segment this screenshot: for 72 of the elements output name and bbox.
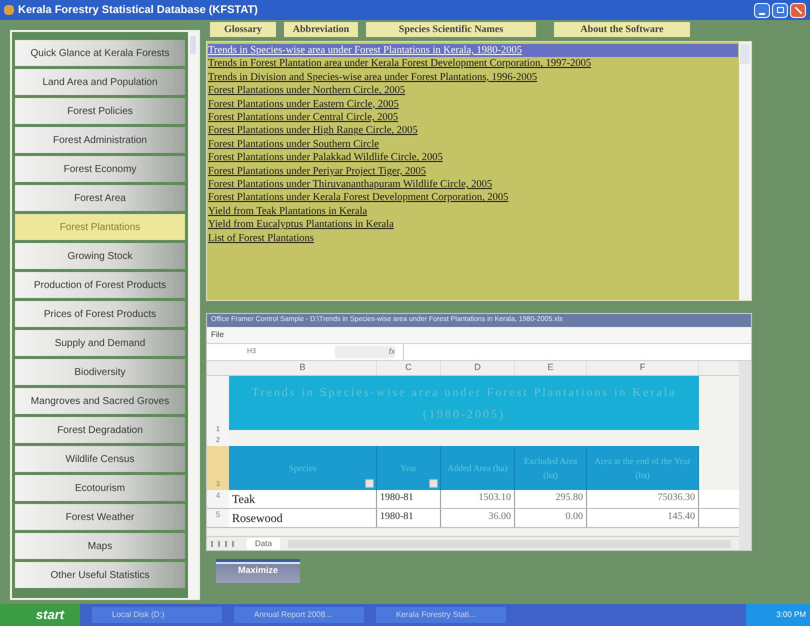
report-link[interactable]: Forest Plantations under Periyar Project Tiger, 2005 xyxy=(208,164,426,178)
minimize-button[interactable] xyxy=(754,2,770,18)
sheet-tab[interactable]: Data xyxy=(247,538,280,550)
heading-text: Species xyxy=(288,462,316,475)
table-cell: 36.00 xyxy=(441,509,515,527)
table-cell: 1980-81 xyxy=(377,490,441,508)
column-header[interactable]: D xyxy=(441,361,515,375)
formula-icon: fx xyxy=(335,346,395,358)
window-title: Kerala Forestry Statistical Database (KFSTAT) xyxy=(18,2,258,18)
report-link[interactable]: Forest Plantations under Southern Circle xyxy=(208,138,379,152)
toolbar-button[interactable]: Glossary xyxy=(210,22,276,37)
table-cell: 75036.30 xyxy=(587,490,699,508)
toolbar-button[interactable]: Species Scientific Names xyxy=(366,22,536,37)
sidebar-item[interactable]: Wildlife Census xyxy=(15,446,185,472)
report-link[interactable]: Trends in Species-wise area under Forest Plantations in Kerala, 1980-2005 xyxy=(208,44,738,58)
sidebar-item[interactable]: Forest Administration xyxy=(15,127,185,153)
report-link[interactable]: Yield from Teak Plantations in Kerala xyxy=(208,204,368,218)
scrollbar[interactable] xyxy=(739,42,751,300)
report-link[interactable]: Forest Plantations under Northern Circle, 2005 xyxy=(208,84,406,98)
toolbar-button[interactable]: About the Software xyxy=(554,22,690,37)
table-cell: 1503.10 xyxy=(441,490,515,508)
report-link[interactable]: Trends in Forest Plantation area under Kerala Forest Development Corporation, 1997-2005 xyxy=(208,57,592,71)
toolbar-button[interactable]: Abbreviation xyxy=(284,22,358,37)
sidebar-item[interactable]: Biodiversity xyxy=(15,359,185,385)
heading-text: Added Area (ha) xyxy=(448,462,508,475)
column-header[interactable]: C xyxy=(377,361,441,375)
sheet-title: Trends in Species-wise area under Forest Plantations in Kerala (1980-2005) xyxy=(229,376,699,430)
sidebar-item[interactable]: Other Useful Statistics xyxy=(15,562,185,588)
table-cell: 0.00 xyxy=(515,509,587,527)
report-link[interactable]: Forest Plantations under Thiruvananthapuram Wildlife Circle, 2005 xyxy=(208,178,492,192)
table-cell: 145.40 xyxy=(587,509,699,527)
column-header[interactable]: E xyxy=(515,361,587,375)
heading-text: Area at the end of the Year (ha) xyxy=(593,455,692,482)
vertical-scrollbar[interactable] xyxy=(739,361,751,550)
sidebar-item[interactable]: Supply and Demand xyxy=(15,330,185,356)
report-link[interactable]: Forest Plantations under Eastern Circle, 2005 xyxy=(208,98,399,112)
sidebar-item[interactable]: Forest Area xyxy=(15,185,185,211)
filter-dropdown-icon[interactable] xyxy=(429,479,438,488)
report-link[interactable]: Forest Plantations under Kerala Forest Development Corporation, 2005 xyxy=(208,191,508,205)
sidebar-item[interactable]: Maps xyxy=(15,533,185,559)
app-icon xyxy=(4,5,14,15)
report-link[interactable]: Forest Plantations under Central Circle, 2005 xyxy=(208,111,398,124)
heading-text: Excluded Area (ha) xyxy=(522,455,578,482)
report-link[interactable]: Trends in Division and Species-wise area under Forest Plantations, 1996-2005 xyxy=(208,70,538,84)
sidebar-item[interactable]: Forest Weather xyxy=(15,504,185,530)
report-link[interactable]: Forest Plantations under High Range Circle, 2005 xyxy=(208,124,418,138)
restore-button[interactable] xyxy=(772,2,788,18)
sidebar-item[interactable]: Mangroves and Sacred Groves xyxy=(15,388,185,414)
sidebar-item[interactable]: Ecotourism xyxy=(15,475,185,501)
sidebar-item[interactable]: Land Area and Population xyxy=(15,69,185,95)
heading-text: Year xyxy=(400,462,417,475)
sidebar-item[interactable]: Forest Degradation xyxy=(15,417,185,443)
sidebar-item[interactable]: Quick Glance at Kerala Forests xyxy=(15,40,185,66)
menu-item[interactable]: File xyxy=(211,329,224,341)
table-cell: 295.80 xyxy=(515,490,587,508)
clock: 3:00 PM xyxy=(776,609,806,621)
column-header[interactable]: B xyxy=(229,361,377,375)
sidebar-item[interactable]: Forest Policies xyxy=(15,98,185,124)
filter-dropdown-icon[interactable] xyxy=(365,479,374,488)
table-cell: 1980-81 xyxy=(377,509,441,527)
sidebar-item[interactable]: Forest Economy xyxy=(15,156,185,182)
report-link[interactable]: Yield from Eucalyptus Plantations in Kerala xyxy=(208,218,394,232)
table-cell: Teak xyxy=(229,490,377,508)
column-header[interactable]: F xyxy=(587,361,699,375)
report-link[interactable]: List of Forest Plantations xyxy=(208,232,314,246)
sidebar-item[interactable]: Production of Forest Products xyxy=(15,272,185,298)
table-cell: Rosewood xyxy=(229,509,377,527)
scrollbar[interactable] xyxy=(188,32,198,598)
sidebar-item[interactable]: Growing Stock xyxy=(15,243,185,269)
report-link[interactable]: Forest Plantations under Palakkad Wildlife Circle, 2005 xyxy=(208,151,443,165)
close-button[interactable] xyxy=(790,2,806,18)
sidebar-item[interactable]: Prices of Forest Products xyxy=(15,301,185,327)
